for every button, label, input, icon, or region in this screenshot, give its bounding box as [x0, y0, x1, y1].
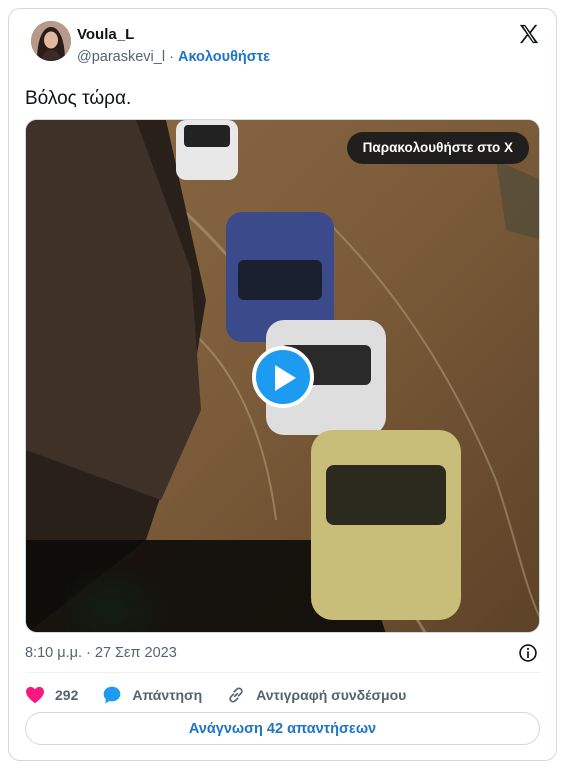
play-icon — [275, 365, 296, 391]
watch-on-x-button[interactable]: Παρακολουθήστε στο X — [346, 132, 529, 164]
link-icon — [229, 687, 243, 703]
author-handle[interactable]: @paraskevi_l — [77, 49, 165, 65]
x-logo-icon[interactable] — [518, 23, 540, 45]
like-button[interactable]: 292 — [25, 686, 78, 704]
author-block: Voula_L @paraskevi_l · Ακολουθήστε — [77, 26, 270, 66]
handle-row: @paraskevi_l · Ακολουθήστε — [77, 48, 270, 66]
reply-label: Απάντηση — [132, 687, 203, 703]
heart-icon — [26, 686, 44, 704]
reply-button[interactable]: Απάντηση — [102, 685, 202, 705]
action-bar: 292 Απάντηση Αντιγραφή συνδέσμου — [25, 683, 430, 707]
play-button[interactable] — [252, 346, 314, 408]
follow-link[interactable]: Ακολουθήστε — [178, 49, 270, 65]
avatar-image — [31, 21, 71, 61]
tweet-embed-card: Voula_L @paraskevi_l · Ακολουθήστε Βόλος… — [8, 8, 557, 761]
separator-dot: · — [169, 49, 174, 65]
copy-link-button[interactable]: Αντιγραφή συνδέσμου — [226, 685, 406, 705]
divider — [25, 672, 540, 673]
tweet-text: Βόλος τώρα. — [25, 88, 132, 109]
copy-link-label: Αντιγραφή συνδέσμου — [256, 687, 407, 703]
avatar[interactable] — [31, 21, 71, 61]
info-icon[interactable] — [518, 643, 538, 663]
video-media[interactable]: Παρακολουθήστε στο X — [25, 119, 540, 633]
likes-count: 292 — [55, 687, 79, 703]
read-replies-button[interactable]: Ανάγνωση 42 απαντήσεων — [25, 712, 540, 745]
tweet-timestamp[interactable]: 8:10 μ.μ. · 27 Σεπ 2023 — [25, 645, 177, 661]
reply-bubble-icon — [104, 686, 121, 704]
author-name[interactable]: Voula_L — [77, 26, 270, 44]
